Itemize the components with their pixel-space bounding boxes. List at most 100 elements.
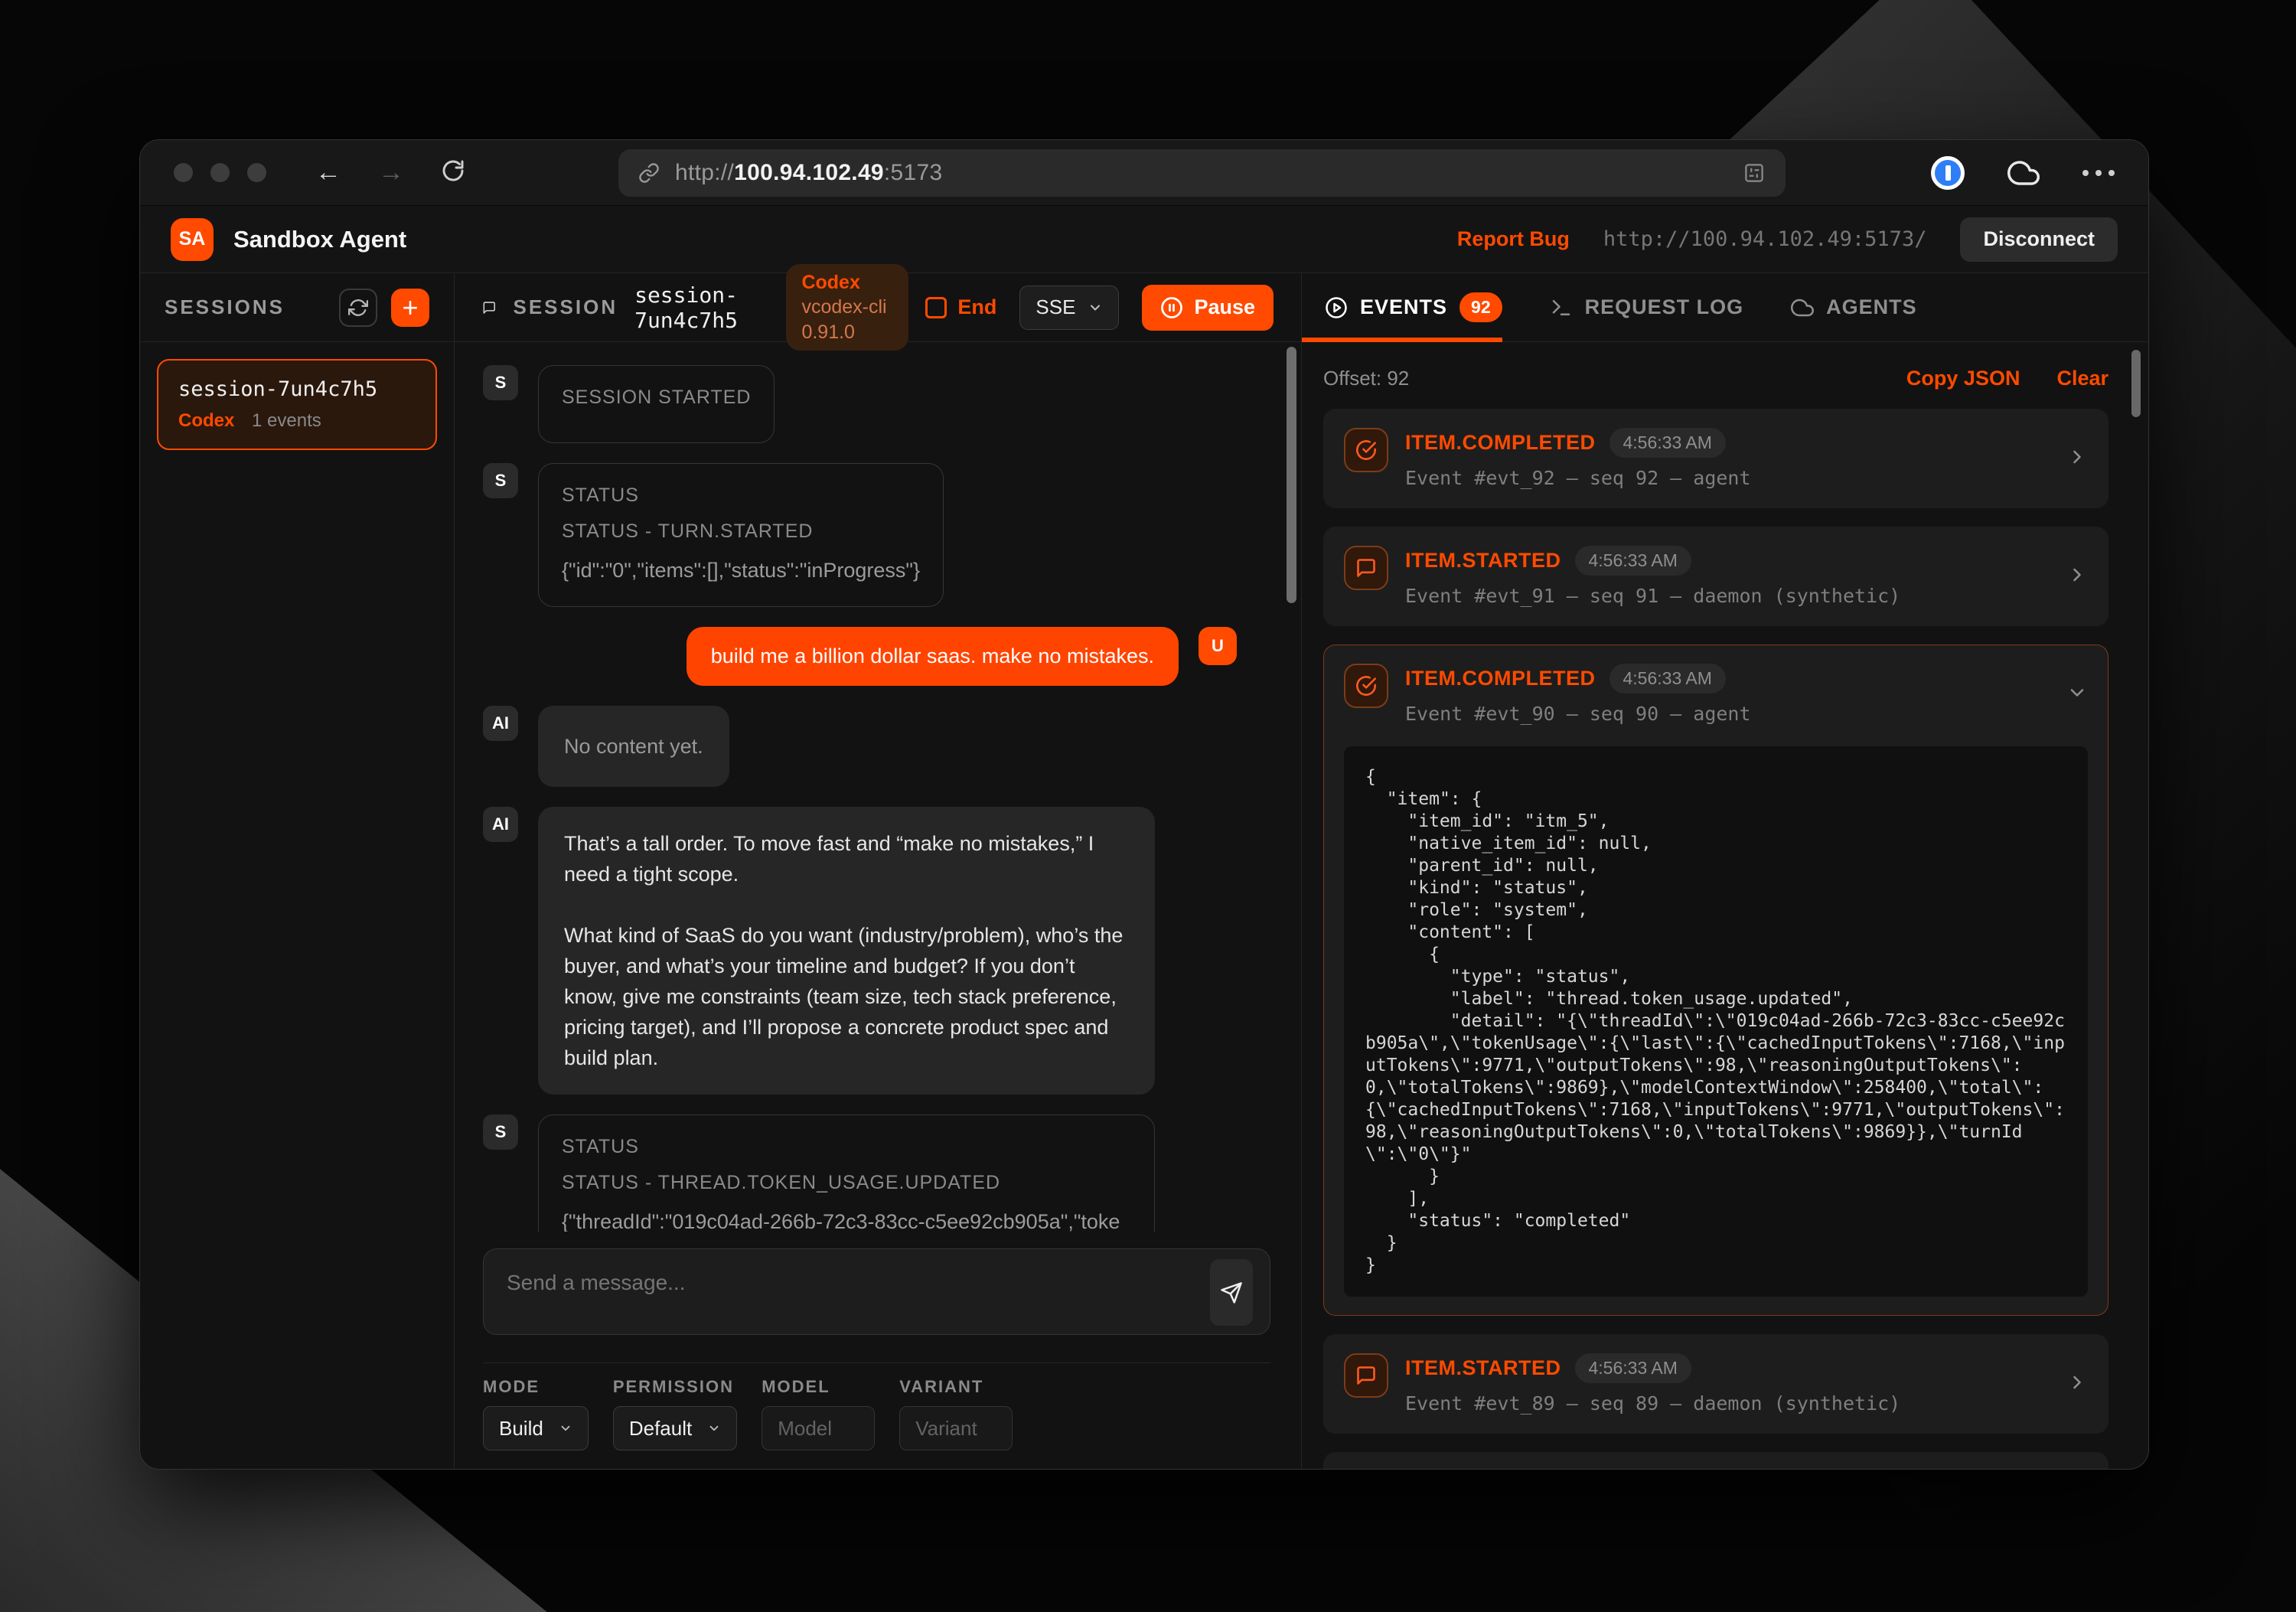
session-label: SESSION [514, 295, 618, 319]
check-circle-icon [1344, 428, 1388, 472]
tab-agents[interactable]: AGENTS [1791, 295, 1917, 319]
permission-select[interactable]: Default [613, 1406, 737, 1450]
event-card-expanded[interactable]: ITEM.COMPLETED 4:56:33 AM Event #evt_90 … [1323, 644, 2108, 1316]
chevron-right-icon[interactable] [2066, 1372, 2088, 1397]
tab-request-log[interactable]: REQUEST LOG [1550, 295, 1744, 319]
browser-window: ← → http://100.94.102.49:5173 [139, 139, 2149, 1470]
assistant-message: AI No content yet. [483, 706, 1255, 787]
mode-select[interactable]: Build [483, 1406, 589, 1450]
clear-events-button[interactable]: Clear [2056, 367, 2108, 390]
model-input[interactable] [762, 1406, 875, 1450]
chevron-down-icon [707, 1421, 721, 1435]
browser-toolbar: ← → http://100.94.102.49:5173 [140, 140, 2148, 206]
events-panel: EVENTS 92 REQUEST LOG AGENTS [1302, 273, 2148, 1469]
chevron-down-icon [1088, 300, 1103, 315]
system-message: S STATUS STATUS - THREAD.TOKEN_USAGE.UPD… [483, 1114, 1255, 1232]
send-icon [1220, 1281, 1243, 1304]
copy-json-button[interactable]: Copy JSON [1906, 367, 2020, 390]
mode-label: MODE [483, 1377, 589, 1397]
event-card[interactable]: ITEM.STARTED 4:56:33 AM Event #evt_89 – … [1323, 1334, 2108, 1434]
event-card[interactable]: ITEM.COMPLETED 4:56:33 AM Event #evt_92 … [1323, 409, 2108, 508]
pause-button[interactable]: Pause [1142, 285, 1274, 331]
event-card[interactable]: ITEM.COMPLETED 4:56:33 AM Event #evt_88 … [1323, 1452, 2108, 1469]
event-type: ITEM.COMPLETED [1405, 431, 1596, 455]
report-bug-link[interactable]: Report Bug [1457, 227, 1570, 251]
event-time: 4:56:33 AM [1609, 428, 1726, 458]
disconnect-button[interactable]: Disconnect [1960, 217, 2118, 262]
end-session-control[interactable]: End [925, 295, 996, 319]
address-bar[interactable]: http://100.94.102.49:5173 [618, 149, 1786, 197]
close-window-button[interactable] [174, 163, 193, 182]
message-bubble: STATUS STATUS - THREAD.TOKEN_USAGE.UPDAT… [538, 1114, 1155, 1232]
model-label: MODEL [762, 1377, 875, 1397]
message-bubble: STATUS STATUS - TURN.STARTED {"id":"0","… [538, 463, 944, 607]
chevron-down-icon[interactable] [2066, 682, 2088, 707]
app-header: SA Sandbox Agent Report Bug http://100.9… [140, 206, 2148, 273]
check-circle-icon [1344, 664, 1388, 708]
window-controls [174, 163, 266, 182]
event-list[interactable]: Offset: 92 Copy JSON Clear ITEM.COMPLET [1302, 342, 2148, 1469]
variant-input[interactable] [899, 1406, 1013, 1450]
reader-mode-icon[interactable] [1743, 162, 1766, 184]
link-icon [638, 162, 660, 184]
user-avatar: U [1199, 627, 1237, 665]
message-square-icon [1344, 1353, 1388, 1398]
event-type: ITEM.COMPLETED [1405, 667, 1596, 690]
app-logo: SA [171, 218, 214, 261]
event-card[interactable]: ITEM.STARTED 4:56:33 AM Event #evt_91 – … [1323, 527, 2108, 626]
system-avatar: S [483, 1114, 518, 1150]
event-meta: Event #evt_89 – seq 89 – daemon (synthet… [1405, 1392, 2050, 1415]
password-manager-icon[interactable] [1931, 156, 1965, 190]
events-offset: Offset: 92 [1323, 367, 1409, 390]
cloud-icon [1791, 296, 1814, 319]
events-count-badge: 92 [1459, 292, 1502, 322]
chevron-down-icon [559, 1421, 572, 1435]
chat-panel: SESSION session-7un4c7h5 Codex vcodex-cl… [455, 273, 1302, 1469]
message-bubble: That’s a tall order. To move fast and “m… [538, 807, 1155, 1095]
chat-scrollbar[interactable] [1287, 347, 1296, 603]
server-url: http://100.94.102.49:5173/ [1603, 227, 1927, 251]
sessions-title: SESSIONS [165, 295, 285, 319]
event-time: 4:56:33 AM [1575, 546, 1691, 576]
browser-menu-icon[interactable] [2082, 170, 2115, 176]
zoom-window-button[interactable] [247, 163, 266, 182]
chevron-right-icon[interactable] [2066, 564, 2088, 589]
tab-events[interactable]: EVENTS 92 [1325, 292, 1502, 322]
event-type: ITEM.STARTED [1405, 549, 1561, 573]
back-icon[interactable]: ← [315, 158, 341, 188]
message-bubble: build me a billion dollar saas. make no … [687, 627, 1179, 686]
message-input[interactable] [484, 1249, 1270, 1334]
forward-icon[interactable]: → [378, 158, 404, 188]
end-checkbox[interactable] [925, 297, 947, 318]
send-button[interactable] [1210, 1259, 1253, 1326]
reload-icon[interactable] [441, 158, 465, 187]
cloud-icon[interactable] [2007, 157, 2040, 189]
session-agent: Codex [178, 410, 234, 431]
event-time: 4:56:33 AM [1609, 664, 1726, 693]
assistant-message: AI That’s a tall order. To move fast and… [483, 807, 1255, 1095]
assistant-avatar: AI [483, 706, 518, 741]
events-scrollbar[interactable] [2131, 350, 2141, 417]
message-list[interactable]: S SESSION STARTED S STATUS STATUS - TURN… [455, 342, 1301, 1232]
minimize-window-button[interactable] [210, 163, 230, 182]
event-json-payload: { "item": { "item_id": "itm_5", "native_… [1344, 746, 2088, 1297]
event-meta: Event #evt_92 – seq 92 – agent [1405, 467, 2050, 489]
transport-select[interactable]: SSE [1019, 286, 1119, 330]
address-url: http://100.94.102.49:5173 [675, 160, 943, 186]
assistant-avatar: AI [483, 807, 518, 842]
refresh-icon [348, 298, 368, 318]
refresh-sessions-button[interactable] [339, 289, 377, 327]
app-title: Sandbox Agent [233, 226, 406, 253]
variant-label: VARIANT [899, 1377, 1013, 1397]
system-message: S SESSION STARTED [483, 365, 1255, 443]
session-list-item[interactable]: session-7un4c7h5 Codex 1 events [157, 359, 437, 450]
message-square-icon [1344, 546, 1388, 590]
new-session-button[interactable]: + [391, 289, 429, 327]
browser-nav: ← → [315, 158, 465, 188]
terminal-icon [1550, 296, 1573, 319]
chevron-right-icon[interactable] [2066, 446, 2088, 472]
browser-extensions [1931, 156, 2115, 190]
user-message: build me a billion dollar saas. make no … [483, 627, 1255, 686]
play-circle-icon [1325, 296, 1348, 319]
session-event-count: 1 events [252, 410, 321, 431]
